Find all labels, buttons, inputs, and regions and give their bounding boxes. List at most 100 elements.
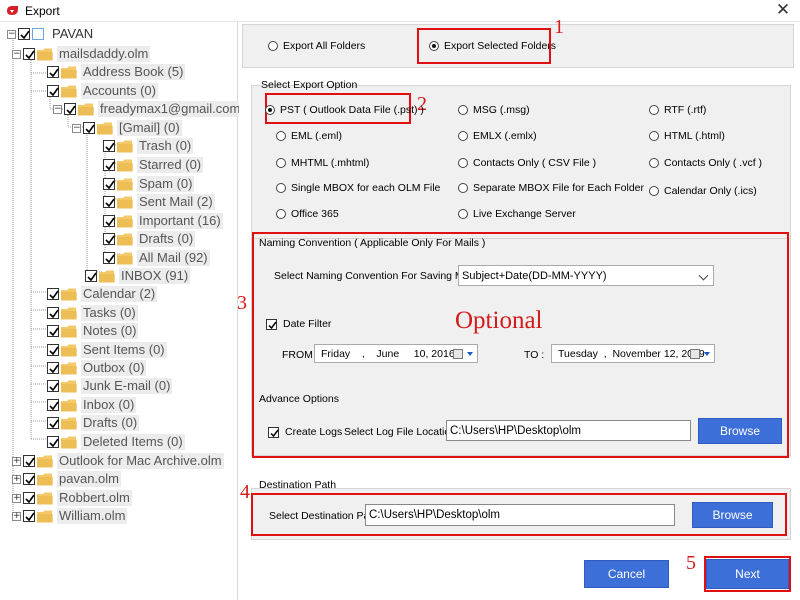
radio-icon[interactable] <box>458 183 468 193</box>
checkbox[interactable] <box>64 103 76 115</box>
checkbox[interactable] <box>103 233 115 245</box>
tree-item-label[interactable]: Outbox (0) <box>81 360 147 376</box>
tree-item-label[interactable]: Drafts (0) <box>137 231 196 247</box>
checkbox-partial[interactable] <box>32 28 44 40</box>
export-option-radio[interactable]: EMLX (.emlx) <box>458 130 537 142</box>
tree-item-label[interactable]: All Mail (92) <box>137 250 210 266</box>
checkbox[interactable] <box>23 492 35 504</box>
close-icon[interactable]: ✕ <box>766 0 800 22</box>
tree-item[interactable]: Junk E-mail (0) <box>47 377 173 395</box>
tree-root-label[interactable]: PAVAN <box>50 26 95 42</box>
tree-item-label[interactable]: pavan.olm <box>57 471 121 487</box>
checkbox[interactable] <box>47 66 59 78</box>
folder-tree[interactable]: − PAVAN − mailsdaddy.olm Address Book (5) A… <box>0 22 243 600</box>
export-option-radio[interactable]: Contacts Only ( CSV File ) <box>458 157 596 169</box>
radio-icon[interactable] <box>458 209 468 219</box>
checkbox[interactable] <box>47 362 59 374</box>
checkbox[interactable] <box>23 473 35 485</box>
radio-icon[interactable] <box>458 158 468 168</box>
checkbox[interactable] <box>47 325 59 337</box>
checkbox[interactable] <box>103 178 115 190</box>
tree-item-label[interactable]: Trash (0) <box>137 138 194 154</box>
checkbox[interactable] <box>85 270 97 282</box>
checkbox[interactable] <box>47 288 59 300</box>
checkbox[interactable] <box>47 380 59 392</box>
tree-item-label[interactable]: Notes (0) <box>81 323 139 339</box>
export-option-radio[interactable]: Calendar Only (.ics) <box>649 185 757 197</box>
tree-item[interactable]: Address Book (5) <box>47 63 186 81</box>
tree-item-label[interactable]: Junk E-mail (0) <box>81 378 173 394</box>
checkbox[interactable] <box>23 510 35 522</box>
tree-item-label[interactable]: Sent Mail (2) <box>137 194 215 210</box>
tree-item-label[interactable]: Calendar (2) <box>81 286 158 302</box>
tree-item[interactable]: Sent Items (0) <box>47 341 167 359</box>
tree-item[interactable]: Starred (0) <box>103 156 204 174</box>
tree-item[interactable]: − mailsdaddy.olm <box>12 45 151 63</box>
collapse-icon[interactable]: − <box>53 104 62 114</box>
radio-icon[interactable] <box>649 158 659 168</box>
tree-item[interactable]: Deleted Items (0) <box>47 433 185 451</box>
export-option-radio[interactable]: Separate MBOX File for Each Folder <box>458 182 644 194</box>
tree-item[interactable]: Inbox (0) <box>47 396 137 414</box>
tree-item-label[interactable]: Address Book (5) <box>81 64 186 80</box>
radio-icon[interactable] <box>649 105 659 115</box>
radio-icon[interactable] <box>458 105 468 115</box>
tree-item-label[interactable]: mailsdaddy.olm <box>57 46 151 62</box>
radio-icon[interactable] <box>649 131 659 141</box>
tree-item[interactable]: + Robbert.olm <box>12 489 132 507</box>
radio-icon[interactable] <box>276 158 286 168</box>
expand-icon[interactable]: + <box>12 511 21 521</box>
tree-item-label[interactable]: Sent Items (0) <box>81 342 167 358</box>
export-option-radio[interactable]: RTF (.rtf) <box>649 104 706 116</box>
tree-item-label[interactable]: [Gmail] (0) <box>117 120 182 136</box>
export-option-radio[interactable]: Live Exchange Server <box>458 208 576 220</box>
tree-item-label[interactable]: Robbert.olm <box>57 490 132 506</box>
radio-icon[interactable] <box>276 209 286 219</box>
tree-item[interactable]: Calendar (2) <box>47 285 158 303</box>
tree-item-label[interactable]: Starred (0) <box>137 157 204 173</box>
expand-icon[interactable]: + <box>12 493 21 503</box>
checkbox[interactable] <box>23 455 35 467</box>
export-option-radio[interactable]: EML (.eml) <box>276 130 342 142</box>
tree-item-label[interactable]: Important (16) <box>137 213 223 229</box>
tree-item[interactable]: Sent Mail (2) <box>103 193 215 211</box>
tree-item-label[interactable]: William.olm <box>57 508 128 524</box>
tree-item-label[interactable]: Tasks (0) <box>81 305 138 321</box>
radio-icon[interactable] <box>458 131 468 141</box>
tree-item[interactable]: Drafts (0) <box>103 230 196 248</box>
radio-icon[interactable] <box>649 186 659 196</box>
radio-icon[interactable] <box>268 41 278 51</box>
tree-item[interactable]: Important (16) <box>103 212 223 230</box>
export-option-radio[interactable]: HTML (.html) <box>649 130 725 142</box>
cancel-button[interactable]: Cancel <box>584 560 669 588</box>
tree-item[interactable]: Accounts (0) <box>47 82 158 100</box>
checkbox[interactable] <box>47 307 59 319</box>
tree-item[interactable]: − [Gmail] (0) <box>72 119 182 137</box>
expand-icon[interactable]: + <box>12 456 21 466</box>
export-option-radio[interactable]: PST ( Outlook Data File (.pst) ) <box>265 104 424 116</box>
checkbox[interactable] <box>103 215 115 227</box>
tree-item-label[interactable]: freadymax1@gmail.com <box>98 101 243 117</box>
checkbox[interactable] <box>83 122 95 134</box>
export-option-radio[interactable]: MSG (.msg) <box>458 104 530 116</box>
export-all-radio[interactable]: Export All Folders <box>268 40 365 52</box>
tree-item[interactable]: Trash (0) <box>103 137 194 155</box>
checkbox[interactable] <box>103 252 115 264</box>
tree-item-label[interactable]: Deleted Items (0) <box>81 434 185 450</box>
export-option-radio[interactable]: Contacts Only ( .vcf ) <box>649 157 762 169</box>
checkbox[interactable] <box>47 399 59 411</box>
tree-item[interactable]: All Mail (92) <box>103 249 210 267</box>
radio-icon[interactable] <box>276 131 286 141</box>
checkbox[interactable] <box>18 28 30 40</box>
collapse-icon[interactable]: − <box>7 29 16 39</box>
export-option-radio[interactable]: Office 365 <box>276 208 339 220</box>
checkbox[interactable] <box>103 140 115 152</box>
tree-item-label[interactable]: INBOX (91) <box>119 268 191 284</box>
checkbox[interactable] <box>47 85 59 97</box>
radio-icon[interactable] <box>265 105 275 115</box>
tree-item[interactable]: Drafts (0) <box>47 414 140 432</box>
export-option-radio[interactable]: Single MBOX for each OLM File <box>276 182 440 194</box>
checkbox[interactable] <box>47 417 59 429</box>
checkbox[interactable] <box>47 436 59 448</box>
tree-item-label[interactable]: Outlook for Mac Archive.olm <box>57 453 224 469</box>
